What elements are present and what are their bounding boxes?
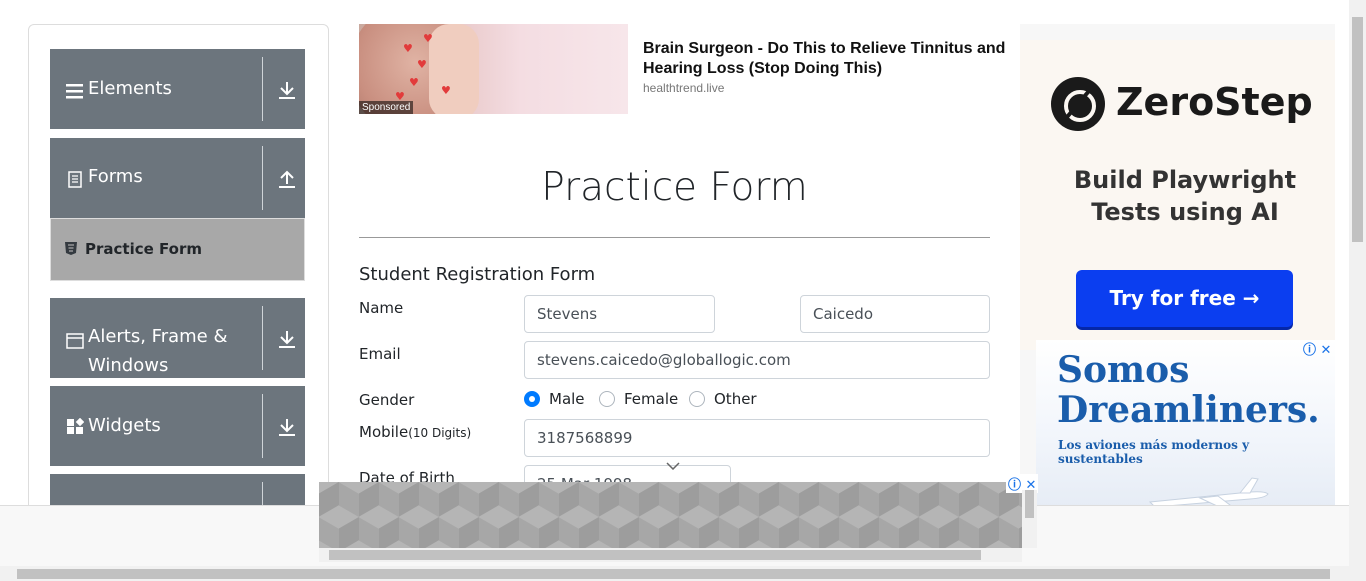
upload-arrow-icon: [279, 170, 295, 188]
mobile-label: Mobile(10 Digits): [359, 423, 471, 441]
sidebar-group-alerts[interactable]: Alerts, Frame & Windows: [50, 298, 305, 378]
sponsored-ad-banner[interactable]: ♥ ♥ ♥ ♥ ♥ ♥ Sponsored Brain Surgeon - Do…: [359, 24, 1021, 114]
ad-image-hand: [429, 24, 479, 114]
last-name-input[interactable]: Caicedo: [800, 295, 990, 333]
radio-label: Female: [624, 390, 679, 408]
email-input[interactable]: stevens.caicedo@globallogic.com: [524, 341, 990, 379]
sidebar-group-elements[interactable]: Elements: [50, 49, 305, 129]
download-arrow-icon: [279, 82, 295, 99]
download-arrow-icon: [279, 419, 295, 436]
chevron-down-icon: [666, 462, 680, 470]
scrollbar-thumb[interactable]: [329, 550, 981, 560]
sidebar-group-label: Elements: [88, 78, 172, 99]
page: Elements Forms Practice Form Alerts, Fra…: [0, 0, 1366, 581]
page-vertical-scrollbar[interactable]: [1349, 0, 1366, 566]
try-for-free-button[interactable]: Try for free →: [1076, 270, 1293, 327]
gender-male-radio[interactable]: Male: [524, 389, 585, 409]
airline-ad-title: Somos Dreamliners.: [1057, 349, 1320, 431]
mobile-input[interactable]: 3187568899: [524, 419, 990, 457]
divider: [262, 306, 263, 370]
ad-title[interactable]: Brain Surgeon - Do This to Relieve Tinni…: [643, 39, 1021, 79]
radio-label: Male: [549, 390, 585, 408]
divider: [359, 237, 990, 238]
zerostep-tagline: Build Playwright Tests using AI: [1073, 166, 1297, 226]
divider: [262, 394, 263, 458]
zerostep-logo-icon: [1051, 77, 1105, 131]
window-icon: [66, 333, 84, 349]
mobile-hint: (10 Digits): [408, 426, 472, 440]
radio-unchecked[interactable]: [689, 391, 705, 407]
ad-vertical-scrollbar[interactable]: [1022, 490, 1037, 548]
email-label: Email: [359, 345, 401, 363]
divider: [262, 57, 263, 121]
zerostep-brand: ZeroStep: [1116, 80, 1313, 124]
gender-female-radio[interactable]: Female: [599, 389, 678, 409]
sidebar-item-label: Practice Form: [85, 240, 202, 258]
name-label: Name: [359, 299, 404, 317]
html5-icon: [65, 242, 77, 255]
page-title: Practice Form: [541, 165, 808, 210]
ad-horizontal-scrollbar[interactable]: [319, 548, 1022, 562]
radio-unchecked[interactable]: [599, 391, 615, 407]
mobile-label-text: Mobile: [359, 423, 409, 441]
sponsored-label: Sponsored: [359, 101, 414, 114]
radio-checked[interactable]: [524, 391, 540, 407]
right-ad-column[interactable]: ZeroStep Build Playwright Tests using AI…: [1020, 24, 1335, 508]
document-icon: [68, 171, 82, 188]
sidebar-group-label: Forms: [88, 166, 143, 187]
gender-label: Gender: [359, 391, 415, 409]
heart-icon: ♥: [417, 58, 427, 71]
zerostep-ad[interactable]: ZeroStep Build Playwright Tests using AI…: [1020, 40, 1335, 350]
divider: [262, 146, 263, 210]
sidebar-group-widgets[interactable]: Widgets: [50, 386, 305, 466]
menu-icon: [66, 84, 83, 99]
scrollbar-thumb[interactable]: [1352, 17, 1363, 242]
scrollbar-thumb[interactable]: [1025, 490, 1034, 518]
form-heading: Student Registration Form: [359, 264, 596, 285]
airline-ad-subtitle: Los aviones más modernos y sustentables: [1058, 438, 1250, 466]
sidebar-group-label: Widgets: [88, 415, 161, 436]
page-horizontal-scrollbar[interactable]: [0, 566, 1366, 581]
bottom-ad-banner[interactable]: [319, 482, 1022, 548]
download-arrow-icon: [279, 331, 295, 348]
heart-icon: ♥: [403, 42, 413, 55]
sidebar: Elements Forms Practice Form Alerts, Fra…: [28, 24, 329, 546]
radio-label: Other: [714, 390, 757, 408]
ad-source: healthtrend.live: [643, 81, 725, 95]
heart-icon: ♥: [423, 32, 433, 45]
heart-icon: ♥: [409, 76, 419, 89]
scrollbar-thumb[interactable]: [17, 569, 1330, 579]
ad-image: ♥ ♥ ♥ ♥ ♥ ♥ Sponsored: [359, 24, 628, 114]
sidebar-group-label: Alerts, Frame & Windows: [88, 326, 228, 376]
first-name-input[interactable]: Stevens: [524, 295, 715, 333]
gender-other-radio[interactable]: Other: [689, 389, 757, 409]
heart-icon: ♥: [441, 84, 451, 97]
adchoices-icon[interactable]: ⓘ ✕: [1303, 339, 1331, 358]
airplane-icon: [1148, 477, 1269, 508]
widgets-icon: [67, 418, 84, 434]
sidebar-group-forms[interactable]: Forms: [50, 138, 305, 218]
sidebar-item-practice-form[interactable]: Practice Form: [50, 218, 305, 281]
